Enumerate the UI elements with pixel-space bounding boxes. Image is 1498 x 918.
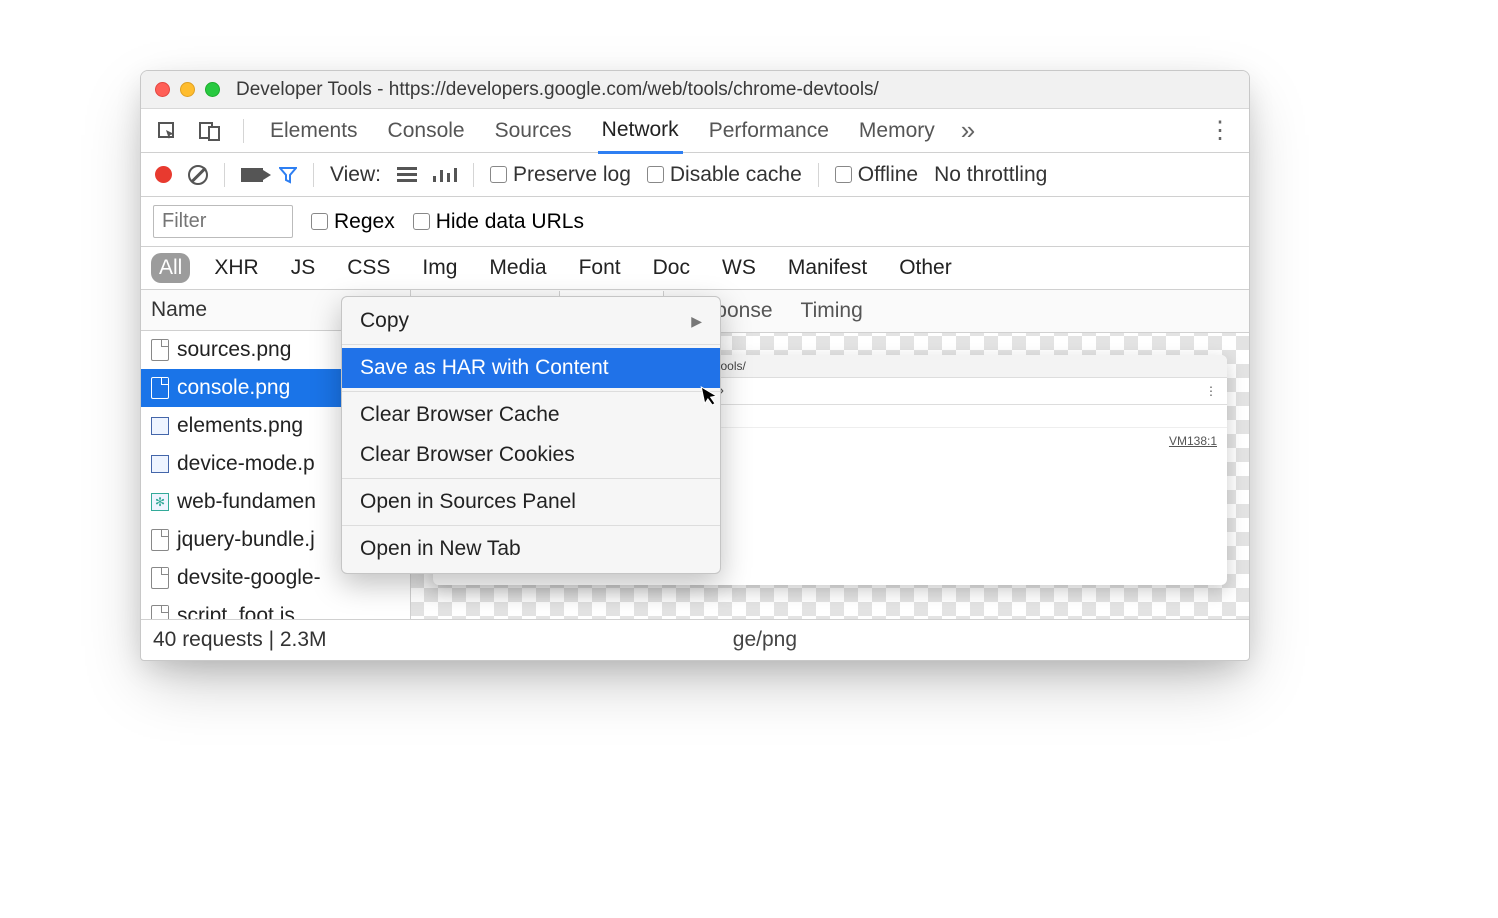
file-icon — [151, 377, 169, 399]
type-all[interactable]: All — [151, 253, 190, 283]
divider — [224, 163, 225, 187]
image-icon — [151, 455, 169, 473]
close-window-button[interactable] — [155, 82, 170, 97]
ctx-clear-cache[interactable]: Clear Browser Cache — [342, 395, 720, 435]
divider — [342, 478, 720, 479]
type-doc[interactable]: Doc — [645, 253, 698, 283]
gear-icon: ✻ — [151, 493, 169, 511]
type-ws[interactable]: WS — [714, 253, 764, 283]
ctx-clear-cookies[interactable]: Clear Browser Cookies — [342, 435, 720, 475]
view-list-icon[interactable] — [397, 167, 417, 182]
more-tabs-icon[interactable]: » — [961, 115, 975, 146]
context-menu: Copy ▶ Save as HAR with Content Clear Br… — [341, 296, 721, 574]
type-xhr[interactable]: XHR — [206, 253, 266, 283]
view-label: View: — [330, 163, 381, 187]
settings-kebab-icon[interactable]: ⋮ — [1208, 116, 1233, 145]
type-other[interactable]: Other — [891, 253, 960, 283]
ctx-open-sources[interactable]: Open in Sources Panel — [342, 482, 720, 522]
ctx-open-newtab[interactable]: Open in New Tab — [342, 529, 720, 569]
record-button[interactable] — [155, 166, 172, 183]
window-titlebar: Developer Tools - https://developers.goo… — [141, 71, 1249, 109]
tab-sources[interactable]: Sources — [491, 110, 576, 152]
tab-performance[interactable]: Performance — [705, 110, 833, 152]
divider — [243, 119, 244, 143]
zoom-window-button[interactable] — [205, 82, 220, 97]
filter-input[interactable] — [153, 205, 293, 238]
tab-elements[interactable]: Elements — [266, 110, 362, 152]
type-manifest[interactable]: Manifest — [780, 253, 875, 283]
divider — [342, 525, 720, 526]
ctx-save-har[interactable]: Save as HAR with Content — [342, 348, 720, 388]
main-tabs: Elements Console Sources Network Perform… — [141, 109, 1249, 153]
subtab-timing[interactable]: Timing — [787, 291, 877, 331]
devtools-window: Developer Tools - https://developers.goo… — [140, 70, 1250, 661]
minimize-window-button[interactable] — [180, 82, 195, 97]
screenshots-icon[interactable] — [241, 168, 263, 182]
throttling-select[interactable]: No throttling — [934, 163, 1047, 187]
inspect-icon[interactable] — [157, 121, 177, 141]
window-title: Developer Tools - https://developers.goo… — [236, 79, 879, 101]
status-right: ge/png — [733, 628, 797, 652]
status-text: 40 requests | 2.3M — [153, 628, 327, 652]
vm-link: VM138:1 — [1169, 434, 1217, 448]
network-split: Name sources.png console.png elements.pn… — [141, 290, 1249, 620]
device-toggle-icon[interactable] — [199, 121, 221, 141]
kebab-icon: ⋮ — [1205, 384, 1217, 398]
file-icon — [151, 605, 169, 619]
request-row[interactable]: script_foot.js — [141, 597, 410, 619]
type-js[interactable]: JS — [283, 253, 324, 283]
file-icon — [151, 339, 169, 361]
preserve-log-checkbox[interactable]: Preserve log — [490, 163, 631, 187]
chevron-right-icon: ▶ — [691, 313, 702, 330]
divider — [342, 391, 720, 392]
tab-memory[interactable]: Memory — [855, 110, 939, 152]
file-icon — [151, 567, 169, 589]
type-font[interactable]: Font — [571, 253, 629, 283]
ctx-copy[interactable]: Copy ▶ — [342, 301, 720, 341]
regex-checkbox[interactable]: Regex — [311, 210, 395, 234]
status-bar: 40 requests | 2.3M ge/png — [141, 620, 1249, 660]
divider — [818, 163, 819, 187]
filter-row: Regex Hide data URLs — [141, 197, 1249, 247]
tab-network[interactable]: Network — [598, 109, 683, 154]
type-css[interactable]: CSS — [339, 253, 398, 283]
network-toolbar: View: Preserve log Disable cache Offline… — [141, 153, 1249, 197]
traffic-lights — [155, 82, 220, 97]
type-media[interactable]: Media — [481, 253, 554, 283]
divider — [342, 344, 720, 345]
offline-checkbox[interactable]: Offline — [835, 163, 918, 187]
hide-dataurls-checkbox[interactable]: Hide data URLs — [413, 210, 584, 234]
divider — [473, 163, 474, 187]
file-icon — [151, 529, 169, 551]
clear-button[interactable] — [188, 165, 208, 185]
tab-console[interactable]: Console — [384, 110, 469, 152]
view-waterfall-icon[interactable] — [433, 168, 457, 182]
type-filter-row: All XHR JS CSS Img Media Font Doc WS Man… — [141, 247, 1249, 290]
disable-cache-checkbox[interactable]: Disable cache — [647, 163, 802, 187]
image-icon — [151, 417, 169, 435]
divider — [313, 163, 314, 187]
type-img[interactable]: Img — [414, 253, 465, 283]
filter-icon[interactable] — [279, 166, 297, 184]
